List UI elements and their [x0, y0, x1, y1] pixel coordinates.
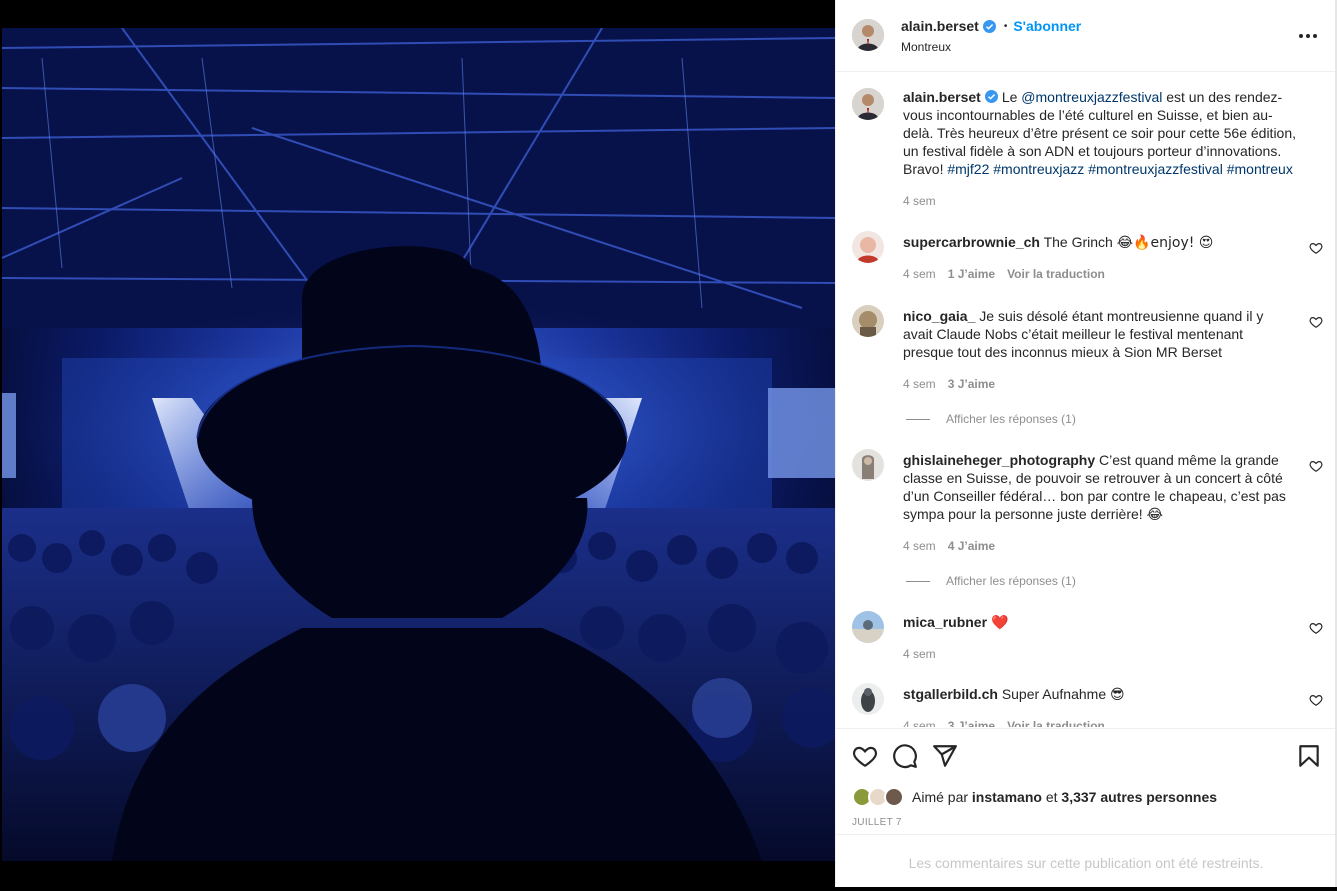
comment-time[interactable]: 4 sem [903, 377, 936, 391]
comment-likes-count[interactable]: 3 J’aime [948, 377, 995, 391]
avatar-portrait-icon [852, 88, 884, 120]
avatar-image-icon [852, 305, 884, 337]
commenter-avatar[interactable] [852, 305, 884, 337]
comment-likes-count[interactable]: 4 J’aime [948, 539, 995, 553]
comment-text: mica_rubner ❤️ [903, 613, 1296, 632]
paper-plane-icon[interactable] [932, 743, 958, 769]
caption-author-avatar[interactable] [852, 88, 884, 120]
likes-conj: et [1045, 789, 1058, 805]
comment-icon[interactable] [892, 743, 918, 769]
comment-username[interactable]: supercarbrownie_ch [903, 234, 1040, 250]
comment-like-heart-icon[interactable] [1309, 621, 1323, 635]
post-dialog: alain.berset • S'abonner Montreux alain.… [0, 0, 1337, 887]
view-replies-button[interactable]: Afficher les réponses (1) [906, 412, 1076, 426]
follow-button[interactable]: S'abonner [1013, 18, 1081, 34]
likes-prefix: Aimé par [912, 789, 969, 805]
post-date[interactable]: JUILLET 7 [852, 817, 902, 828]
view-replies-label: Afficher les réponses (1) [946, 574, 1076, 588]
comments-list[interactable]: alain.berset Le @montreuxjazzfestival est… [836, 73, 1336, 727]
commenter-avatar[interactable] [852, 683, 884, 715]
verified-badge-icon [982, 19, 996, 33]
caption-hashtags[interactable]: #mjf22 #montreuxjazz #montreuxjazzfestiv… [947, 161, 1293, 177]
more-dot-icon [1313, 34, 1317, 38]
liker-avatar [884, 787, 904, 807]
comment-text: supercarbrownie_ch The Grinch 😂🔥enjoy! 😍 [903, 233, 1296, 252]
likes-first-user[interactable]: instamano [972, 789, 1042, 805]
comment-like-heart-icon[interactable] [1309, 459, 1323, 473]
avatar-image-icon [852, 449, 884, 481]
comment-like-heart-icon[interactable] [1309, 693, 1323, 707]
bookmark-icon[interactable] [1296, 743, 1322, 769]
comment-time[interactable]: 4 sem [903, 647, 936, 661]
comment-like-heart-icon[interactable] [1309, 241, 1323, 255]
comment-time[interactable]: 4 sem [903, 719, 936, 727]
comment-likes-count[interactable]: 3 J’aime [948, 719, 995, 727]
comment-username[interactable]: stgallerbild.ch [903, 686, 998, 702]
commenter-avatar[interactable] [852, 231, 884, 263]
avatar-image-icon [852, 683, 884, 715]
view-replies-label: Afficher les réponses (1) [946, 412, 1076, 426]
comment-like-heart-icon[interactable] [1309, 315, 1323, 329]
more-dot-icon [1299, 34, 1303, 38]
commenter-avatar[interactable] [852, 449, 884, 481]
more-dot-icon [1306, 34, 1310, 38]
header-user-row: alain.berset • S'abonner [901, 18, 1081, 34]
author-avatar[interactable] [852, 19, 884, 51]
avatar-image-icon [852, 611, 884, 643]
concert-photo-illustration [2, 28, 835, 861]
comment-username[interactable]: ghislaineheger_photography [903, 452, 1095, 468]
comment-meta: 4 sem 1 J’aime Voir la traduction [903, 267, 1105, 281]
avatar-portrait-icon [852, 19, 884, 51]
comment-meta: 4 sem 3 J’aime [903, 377, 995, 391]
comment-time[interactable]: 4 sem [903, 539, 936, 553]
verified-badge-icon [984, 90, 998, 103]
view-replies-button[interactable]: Afficher les réponses (1) [906, 574, 1076, 588]
comment-likes-count[interactable]: 1 J’aime [948, 267, 995, 281]
comment-text: ghislaineheger_photography C’est quand m… [903, 451, 1296, 524]
caption-time[interactable]: 4 sem [903, 194, 936, 208]
header-separator: • [1003, 20, 1008, 32]
post-header: alain.berset • S'abonner Montreux [836, 0, 1336, 72]
comment-meta: 4 sem [903, 647, 936, 661]
post-location[interactable]: Montreux [901, 40, 951, 54]
likes-others-count[interactable]: 3,337 autres personnes [1061, 789, 1217, 805]
comment-emoji: 😂 [1146, 507, 1163, 523]
post-actions: Aimé par instamano et 3,337 autres perso… [836, 728, 1336, 834]
likes-summary: Aimé par instamano et 3,337 autres perso… [852, 787, 1217, 807]
more-options-button[interactable] [1298, 28, 1318, 44]
comments-restricted-notice: Les commentaires sur cette publication o… [836, 834, 1336, 887]
translate-button[interactable]: Voir la traduction [1007, 267, 1105, 281]
caption-username[interactable]: alain.berset [903, 89, 981, 105]
caption-mention-link[interactable]: @montreuxjazzfestival [1021, 89, 1162, 105]
commenter-avatar[interactable] [852, 611, 884, 643]
comment-meta: 4 sem 3 J’aime Voir la traduction [903, 719, 1105, 727]
comment-text: stgallerbild.ch Super Aufnahme 😎 [903, 685, 1296, 704]
comment-username[interactable]: nico_gaia_ [903, 308, 975, 324]
translate-button[interactable]: Voir la traduction [1007, 719, 1105, 727]
heart-icon[interactable] [852, 743, 878, 769]
comment-emoji: 😎 [1110, 687, 1125, 703]
replies-divider [906, 418, 930, 420]
author-username[interactable]: alain.berset [901, 18, 979, 34]
comment-username[interactable]: mica_rubner [903, 614, 987, 630]
comment-time[interactable]: 4 sem [903, 267, 936, 281]
comment-body: Super Aufnahme [1001, 686, 1107, 702]
comment-meta: 4 sem 4 J’aime [903, 539, 995, 553]
comment-body: The Grinch [1043, 234, 1113, 250]
avatar-image-icon [852, 231, 884, 263]
replies-divider [906, 580, 930, 582]
post-photo[interactable] [2, 28, 835, 861]
liker-avatars[interactable] [852, 787, 906, 807]
comment-text: nico_gaia_ Je suis désolé étant montreus… [903, 307, 1296, 361]
comment-emoji: 😂🔥enjoy! 😍 [1116, 235, 1214, 251]
caption-text-before: Le [1001, 89, 1022, 105]
comment-emoji: ❤️ [990, 615, 1009, 631]
caption-meta: 4 sem [903, 194, 936, 208]
post-side-panel: alain.berset • S'abonner Montreux alain.… [835, 0, 1336, 887]
caption-text: alain.berset Le @montreuxjazzfestival est… [903, 88, 1296, 178]
photo-pane [0, 0, 835, 887]
